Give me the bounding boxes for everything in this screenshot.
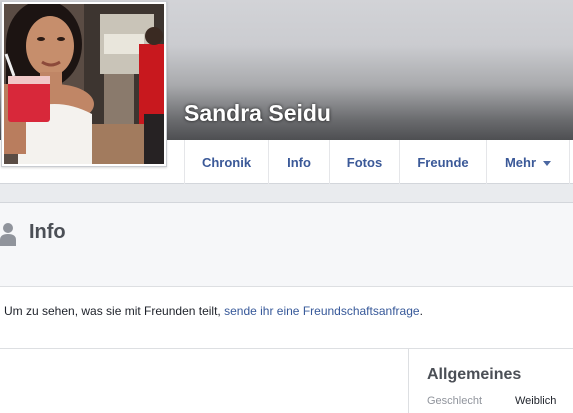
person-icon <box>0 223 16 246</box>
gender-label: Geschlecht <box>427 395 483 407</box>
tab-freunde[interactable]: Freunde <box>399 140 486 184</box>
tab-mehr[interactable]: Mehr <box>486 140 570 184</box>
section-divider <box>0 348 573 349</box>
info-section: Info Um zu sehen, was sie mit Freunden t… <box>0 202 573 413</box>
friend-request-notice: Um zu sehen, was sie mit Freunden teilt,… <box>4 304 423 318</box>
gender-value: Weiblich <box>515 395 557 407</box>
send-friend-request-link[interactable]: sende ihr eine Freundschaftsanfrage <box>224 304 419 318</box>
profile-photo-image <box>4 4 164 164</box>
tab-info-label: Info <box>287 154 311 170</box>
profile-tabs: Chronik Info Fotos Freunde Mehr <box>184 140 570 184</box>
tab-fotos[interactable]: Fotos <box>329 140 399 184</box>
info-header: Info <box>0 203 573 287</box>
tab-mehr-label: Mehr <box>504 154 537 170</box>
tab-fotos-label: Fotos <box>346 154 383 170</box>
info-title: Info <box>29 221 66 243</box>
profile-picture[interactable] <box>1 1 167 167</box>
tab-info[interactable]: Info <box>268 140 329 184</box>
notice-text: Um zu sehen, was sie mit Freunden teilt, <box>4 304 225 318</box>
tab-freunde-label: Freunde <box>417 154 469 170</box>
tab-chronik[interactable]: Chronik <box>184 140 268 184</box>
tab-chronik-label: Chronik <box>201 154 252 170</box>
profile-name[interactable]: Sandra Seidu <box>184 100 331 127</box>
general-title: Allgemeines <box>427 366 522 383</box>
notice-end: . <box>419 304 423 318</box>
caret-down-icon <box>543 160 552 166</box>
column-divider <box>408 349 409 413</box>
